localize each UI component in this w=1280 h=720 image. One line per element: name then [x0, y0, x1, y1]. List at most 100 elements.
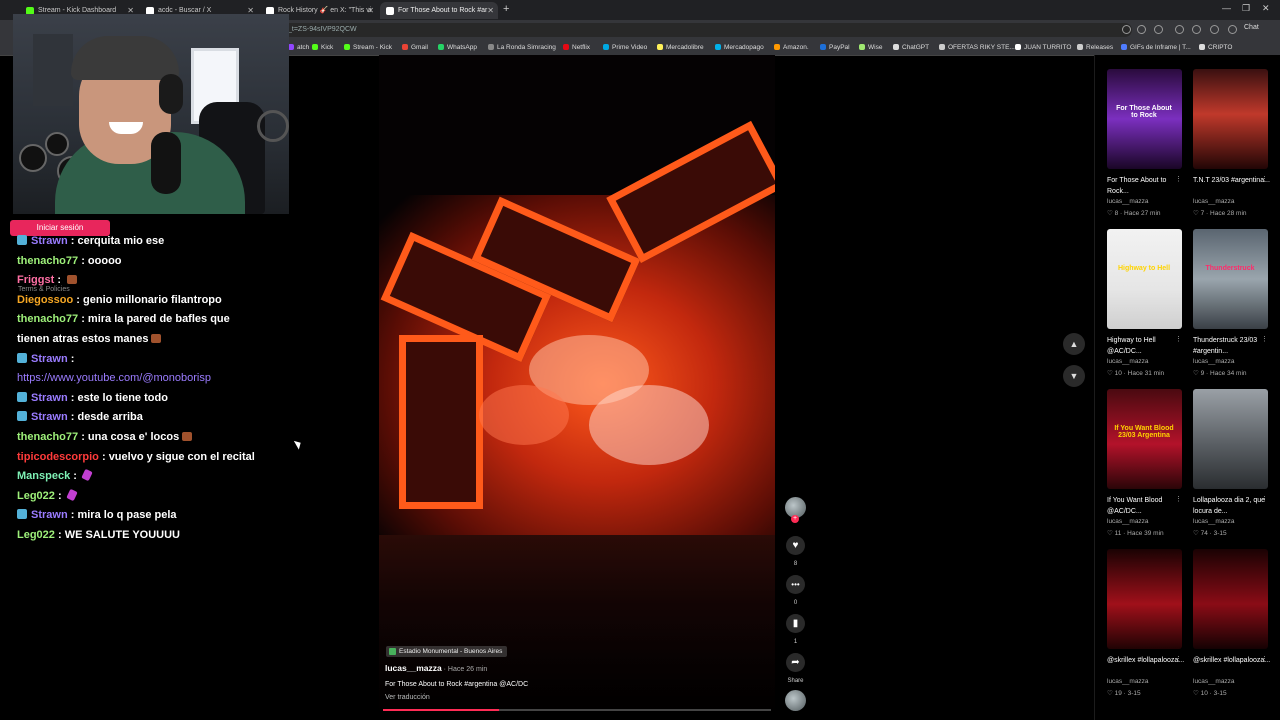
new-tab-button[interactable]: +: [503, 3, 509, 15]
video-player[interactable]: [379, 55, 775, 710]
related-video-author[interactable]: lucas__mazza: [1107, 678, 1149, 685]
video-thumbnail[interactable]: [1193, 549, 1268, 649]
bookmark-item[interactable]: Stream - Kick: [344, 42, 392, 53]
bookmark-item[interactable]: Netflix: [563, 42, 590, 53]
more-options-icon[interactable]: ⋮: [1261, 655, 1268, 663]
chat-message: tipicodescorpio : vuelvo y sigue con el …: [17, 450, 255, 463]
video-thumbnail[interactable]: [1193, 69, 1268, 169]
related-video-author[interactable]: lucas__mazza: [1193, 198, 1235, 205]
maximize-icon[interactable]: ❐: [1242, 3, 1250, 14]
bookmark-item[interactable]: Prime Video: [603, 42, 647, 53]
extension-icon[interactable]: [1154, 25, 1163, 34]
more-options-icon[interactable]: ⋮: [1261, 175, 1268, 183]
chat-username[interactable]: Strawn: [31, 509, 68, 521]
related-video-title[interactable]: If You Want Blood @AC/DC...: [1107, 495, 1185, 517]
video-thumbnail[interactable]: For Those About to Rock: [1107, 69, 1182, 169]
window-close-icon[interactable]: ✕: [1262, 3, 1270, 14]
video-thumbnail[interactable]: Highway to Hell: [1107, 229, 1182, 329]
related-video-author[interactable]: lucas__mazza: [1107, 198, 1149, 205]
browser-chat-button[interactable]: Chat: [1244, 24, 1259, 31]
more-options-icon[interactable]: ⋮: [1175, 175, 1182, 183]
video-thumbnail[interactable]: [1193, 389, 1268, 489]
chat-username[interactable]: Strawn: [31, 235, 68, 247]
next-video-button[interactable]: ▼: [1063, 365, 1085, 387]
chat-username[interactable]: tipicodescorpio: [17, 451, 99, 463]
translate-link[interactable]: Ver traducción: [385, 694, 430, 701]
related-video-title[interactable]: For Those About to Rock...: [1107, 175, 1185, 197]
related-video-title[interactable]: Thunderstruck 23/03 #argentin...: [1193, 335, 1271, 357]
chat-username[interactable]: thenacho77: [17, 431, 78, 443]
chat-username[interactable]: thenacho77: [17, 255, 78, 267]
chat-username[interactable]: Strawn: [31, 411, 68, 423]
related-video-stats: ♡ 8 · Hace 27 min: [1107, 210, 1161, 217]
bookmark-star-icon[interactable]: [1137, 25, 1146, 34]
more-options-icon[interactable]: ⋮: [1261, 495, 1268, 503]
bookmark-item[interactable]: atch: [288, 42, 309, 53]
video-thumbnail[interactable]: Thunderstruck: [1193, 229, 1268, 329]
related-video-title[interactable]: T.N.T 23/03 #argentina...: [1193, 175, 1271, 186]
related-video-stats: ♡ 11 · Hace 39 min: [1107, 530, 1164, 537]
bookmark-item[interactable]: Gmail: [402, 42, 428, 53]
bookmark-item[interactable]: PayPal: [820, 42, 850, 53]
minimize-icon[interactable]: —: [1222, 3, 1231, 13]
extension-icon[interactable]: [1122, 25, 1131, 34]
related-video-author[interactable]: lucas__mazza: [1107, 518, 1149, 525]
bookmark-item[interactable]: Mercadolibre: [657, 42, 704, 53]
bookmark-item[interactable]: Amazon.: [774, 42, 809, 53]
related-video-author[interactable]: lucas__mazza: [1193, 358, 1235, 365]
bookmark-item[interactable]: CRIPTO: [1199, 42, 1232, 53]
bookmark-item[interactable]: JUAN TURRITO: [1015, 42, 1071, 53]
tab-tiktok-video[interactable]: For Those About to Rock #ar ✕: [380, 2, 498, 19]
location-icon: [389, 648, 396, 655]
bookmark-item[interactable]: WhatsApp: [438, 42, 477, 53]
bookmark-item[interactable]: GIFs de Inframe | T...: [1121, 42, 1191, 53]
chat-text: mira lo q pase pela: [77, 509, 177, 522]
bookmark-item[interactable]: La Ronda Simracing: [488, 42, 556, 53]
more-options-icon[interactable]: ⋮: [1261, 335, 1268, 343]
bookmark-item[interactable]: Mercadopago: [715, 42, 764, 53]
related-video-title[interactable]: Lollapalooza dia 2, que locura de...: [1193, 495, 1271, 517]
bookmark-icon: [715, 44, 721, 50]
video-thumbnail[interactable]: If You Want Blood 23/03 Argentina: [1107, 389, 1182, 489]
more-options-icon[interactable]: ⋮: [1175, 335, 1182, 343]
folder-icon: [1199, 44, 1205, 50]
extension-icon[interactable]: [1175, 25, 1184, 34]
menu-dots-icon[interactable]: [1228, 25, 1237, 34]
close-icon[interactable]: ✕: [367, 2, 374, 19]
related-video-author[interactable]: lucas__mazza: [1107, 358, 1149, 365]
bookmark-item[interactable]: OFERTAS RIKY STE...: [939, 42, 1015, 53]
profile-avatar-icon[interactable]: [1210, 25, 1219, 34]
chat-text: una cosa e' locos: [87, 430, 180, 443]
follow-plus-icon[interactable]: +: [791, 515, 799, 523]
bookmark-item[interactable]: Wise: [859, 42, 882, 53]
chat-username[interactable]: Manspeck: [17, 470, 70, 482]
close-icon[interactable]: ✕: [487, 2, 494, 19]
bookmark-item[interactable]: Kick: [312, 42, 333, 53]
bookmark-item[interactable]: ChatGPT: [893, 42, 929, 53]
video-progress-bar[interactable]: [383, 709, 771, 711]
chat-username[interactable]: Strawn: [31, 353, 68, 365]
chat-username[interactable]: Friggst: [17, 274, 54, 286]
location-tag[interactable]: Estadio Monumental - Buenos Aires: [386, 646, 508, 657]
bookmark-icon: [1015, 44, 1021, 50]
chat-username[interactable]: Diegossoo: [17, 294, 73, 306]
video-thumbnail[interactable]: [1107, 549, 1182, 649]
related-video-author[interactable]: lucas__mazza: [1193, 678, 1235, 685]
related-video-title[interactable]: @skrillex #lollapalooza...: [1107, 655, 1185, 666]
more-options-icon[interactable]: ⋮: [1175, 655, 1182, 663]
video-author[interactable]: lucas__mazza · Hace 26 min: [385, 663, 487, 673]
bookmark-item[interactable]: Releases: [1077, 42, 1113, 53]
chat-link[interactable]: https://www.youtube.com/@monoborisp: [17, 372, 211, 384]
previous-video-button[interactable]: ▲: [1063, 333, 1085, 355]
chat-username[interactable]: thenacho77: [17, 313, 78, 325]
related-video-author[interactable]: lucas__mazza: [1193, 518, 1235, 525]
related-video-title[interactable]: Highway to Hell @AC/DC...: [1107, 335, 1185, 357]
music-disc-avatar[interactable]: [785, 690, 806, 711]
related-video-title[interactable]: @skrillex #lollapalooza...: [1193, 655, 1271, 666]
chat-username[interactable]: Strawn: [31, 392, 68, 404]
more-options-icon[interactable]: ⋮: [1175, 495, 1182, 503]
chat-username[interactable]: Leg022: [17, 490, 55, 502]
address-bar[interactable]: _t=ZS-94sIVP92QCW: [282, 23, 1132, 37]
chat-username[interactable]: Leg022: [17, 529, 55, 541]
extension-icon[interactable]: [1192, 25, 1201, 34]
